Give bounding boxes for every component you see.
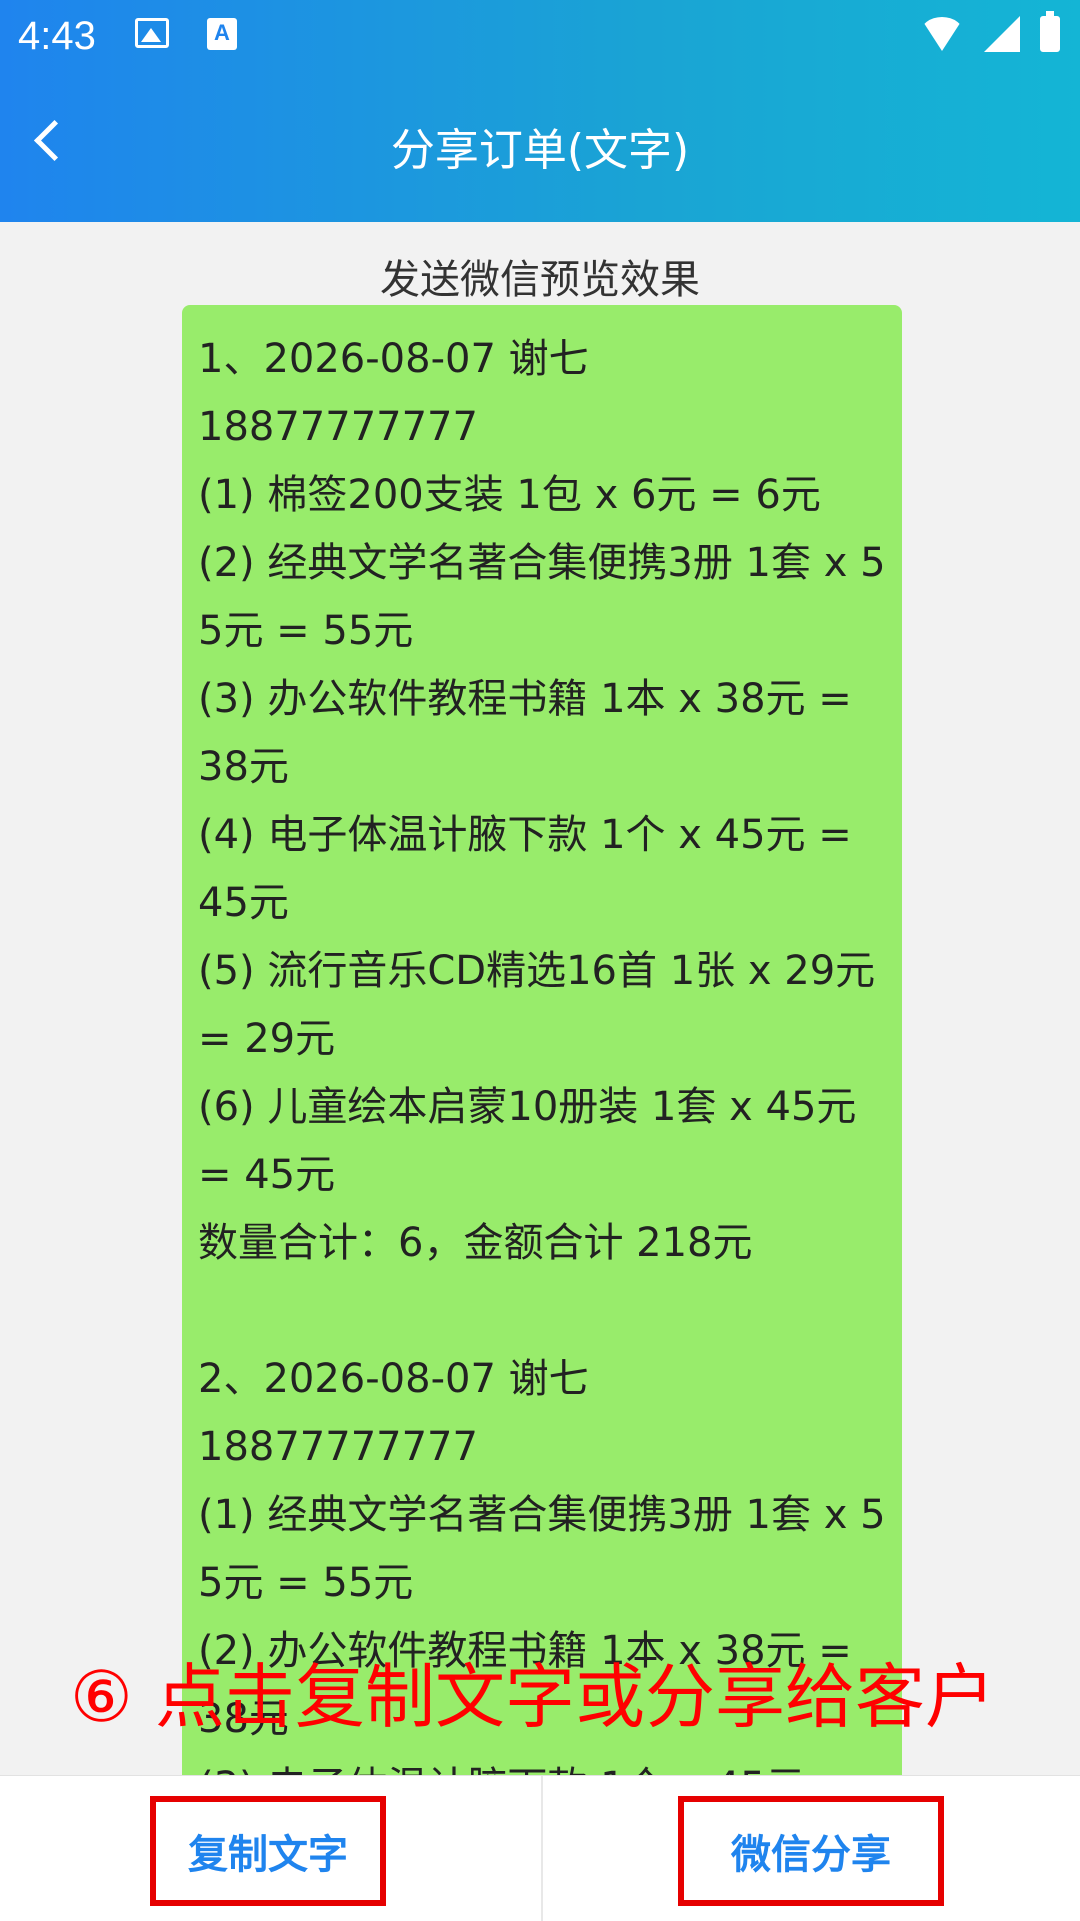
message-preview-text: 1、2026-08-07 谢七 18877777777 (1) 棉签200支装 … [198, 336, 886, 1775]
preview-label: 发送微信预览效果 [380, 257, 700, 303]
app-notification-icon: A [207, 18, 237, 50]
battery-icon [1040, 11, 1060, 52]
message-preview-bubble: 1、2026-08-07 谢七 18877777777 (1) 棉签200支装 … [182, 305, 902, 1775]
notification-icons: A [135, 18, 237, 50]
page-title: 分享订单(文字) [390, 125, 690, 176]
system-icons [920, 11, 1060, 52]
signal-icon [984, 16, 1020, 52]
wifi-icon [920, 17, 964, 51]
wechat-share-button[interactable]: 微信分享 [678, 1796, 944, 1906]
image-notification-icon [135, 18, 169, 48]
top-app-bar: 4:43 A 分享订单(文字) [0, 0, 1080, 222]
status-time: 4:43 [18, 14, 96, 58]
tutorial-annotation: ⑥ 点击复制文字或分享给客户 [70, 1656, 996, 1738]
divider [541, 1776, 543, 1921]
copy-text-button[interactable]: 复制文字 [150, 1796, 386, 1906]
bottom-action-bar: 复制文字 微信分享 [0, 1775, 1080, 1921]
